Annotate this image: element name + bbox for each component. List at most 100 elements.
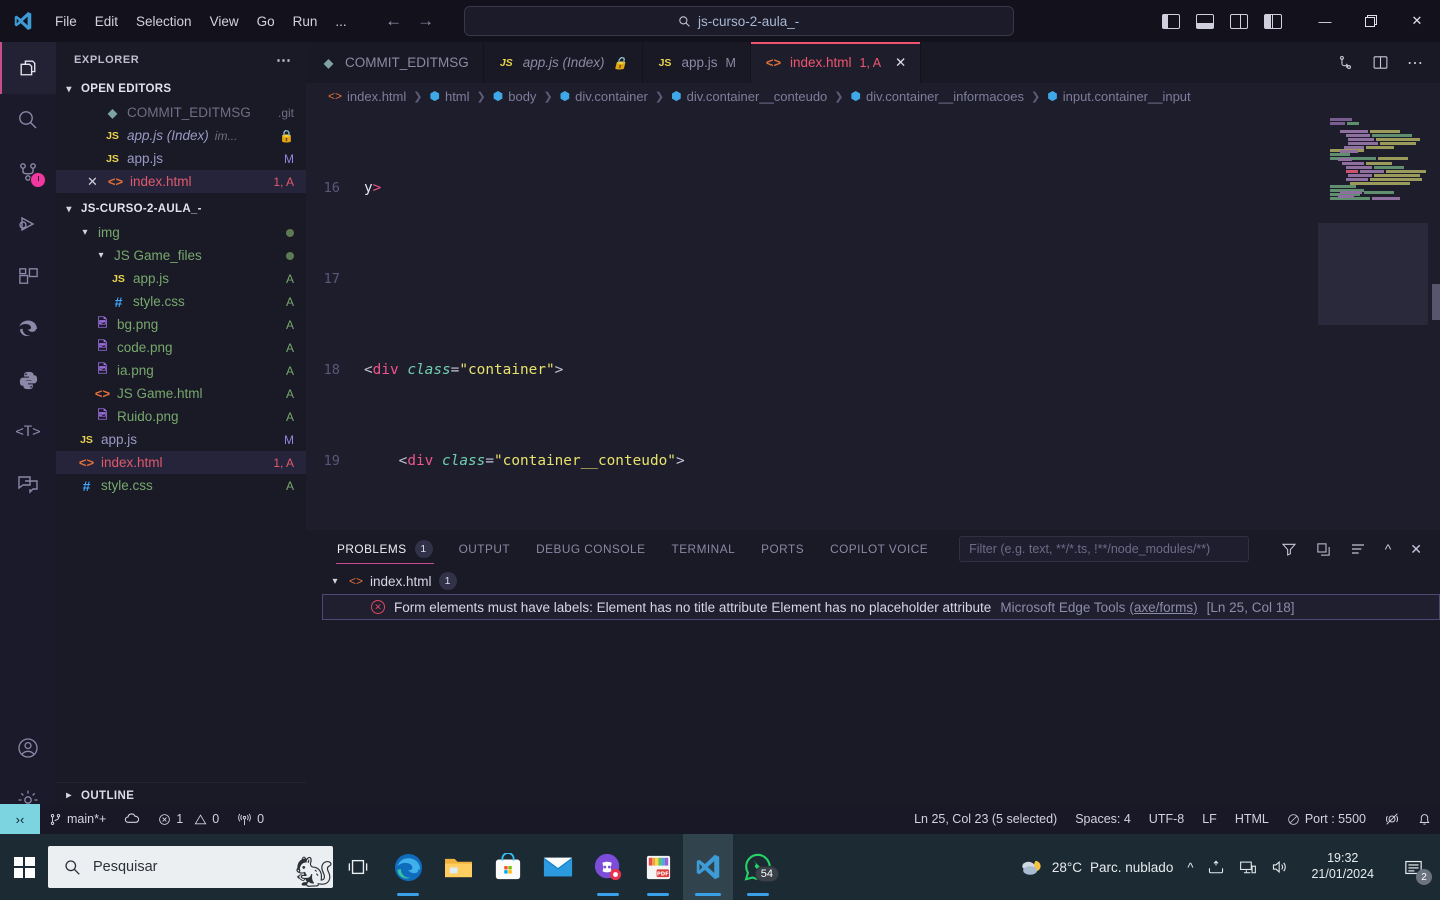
view-as-list-icon[interactable]: [1350, 541, 1366, 557]
status-problems[interactable]: 1 0: [149, 804, 228, 834]
status-indentation[interactable]: Spaces: 4: [1066, 804, 1140, 834]
tree-item-appjs-root[interactable]: JS app.js M: [56, 428, 306, 451]
tree-item-iapng[interactable]: 🖻 ia.png A: [56, 359, 306, 382]
status-eol[interactable]: LF: [1193, 804, 1226, 834]
status-live-server-port[interactable]: Port : 5500: [1278, 804, 1375, 834]
breadcrumb-item-indexhtml[interactable]: <> index.html: [328, 89, 406, 104]
breadcrumb-item-div-container[interactable]: ⬢ div.container: [560, 89, 648, 104]
menu-view[interactable]: View: [201, 10, 248, 33]
tree-item-stylecss-gamefiles[interactable]: # style.css A: [56, 290, 306, 313]
menu-selection[interactable]: Selection: [127, 10, 201, 33]
sidebar-item-extensions[interactable]: [0, 250, 56, 302]
sidebar-item-explorer[interactable]: [0, 42, 56, 94]
status-screencast[interactable]: [1375, 804, 1409, 834]
taskbar-app-whatsapp[interactable]: 54: [733, 834, 783, 900]
go-back-icon[interactable]: ←: [384, 11, 404, 31]
volume-icon[interactable]: [1271, 859, 1289, 875]
open-editors-section-header[interactable]: ▾ OPEN EDITORS: [56, 77, 306, 101]
tab-appjs[interactable]: JS app.js M: [643, 42, 751, 83]
tree-item-img[interactable]: ▾ img: [56, 221, 306, 244]
tab-appjs-index[interactable]: JS app.js (Index) 🔒: [484, 42, 643, 83]
menu-go[interactable]: Go: [248, 10, 284, 33]
taskbar-app-vscode[interactable]: [683, 834, 733, 900]
status-language-mode[interactable]: HTML: [1226, 804, 1278, 834]
tree-item-stylecss-root[interactable]: # style.css A: [56, 474, 306, 497]
toggle-panel-icon[interactable]: [1196, 13, 1214, 29]
collapse-panel-icon[interactable]: ^: [1385, 541, 1392, 557]
taskbar-clock[interactable]: 19:32 21/01/2024: [1303, 851, 1382, 882]
notification-center-button[interactable]: 2: [1396, 847, 1432, 887]
sidebar-item-accounts[interactable]: [0, 722, 56, 774]
menu-run[interactable]: Run: [284, 10, 327, 33]
minimize-button[interactable]: —: [1302, 0, 1348, 42]
sidebar-item-search[interactable]: [0, 94, 56, 146]
open-editor-appjs-index[interactable]: JS app.js (Index) im... 🔒: [56, 124, 306, 147]
task-view-button[interactable]: [333, 834, 383, 900]
open-editor-appjs[interactable]: JS app.js M: [56, 147, 306, 170]
menu-more[interactable]: ...: [326, 10, 355, 33]
tree-item-js-game-html[interactable]: <> JS Game.html A: [56, 382, 306, 405]
network-icon[interactable]: [1239, 859, 1257, 875]
tree-item-bgpng[interactable]: 🖻 bg.png A: [56, 313, 306, 336]
tab-commit-editmsg[interactable]: ◆ COMMIT_EDITMSG: [306, 42, 484, 83]
weather-widget[interactable]: 28°C Parc. nublado: [1018, 856, 1173, 878]
status-notifications[interactable]: [1409, 804, 1440, 834]
breadcrumb-item-input[interactable]: ⬢ input.container__input: [1047, 89, 1190, 104]
taskbar-app-file-explorer[interactable]: [433, 834, 483, 900]
toggle-secondary-sidebar-icon[interactable]: [1230, 13, 1248, 29]
sidebar-item-edge-tools[interactable]: [0, 302, 56, 354]
show-hidden-icons-chevron-up-icon[interactable]: ^: [1187, 860, 1193, 875]
menu-file[interactable]: File: [46, 10, 86, 33]
close-panel-icon[interactable]: ✕: [1410, 541, 1422, 558]
status-sync[interactable]: [115, 804, 149, 834]
tab-output[interactable]: OUTPUT: [446, 530, 524, 568]
tab-debug-console[interactable]: DEBUG CONSOLE: [523, 530, 658, 568]
tab-problems[interactable]: PROBLEMS 1: [324, 530, 446, 568]
open-editor-indexhtml[interactable]: ✕ <> index.html 1, A: [56, 170, 306, 193]
problem-file-group[interactable]: ▾ <> index.html 1: [306, 568, 1440, 594]
customize-layout-icon[interactable]: [1264, 13, 1282, 29]
open-editor-commit-editmsg[interactable]: ◆ COMMIT_EDITMSG .git: [56, 101, 306, 124]
status-branch[interactable]: main*+: [40, 804, 115, 834]
close-button[interactable]: ✕: [1394, 0, 1440, 42]
status-radio-tower[interactable]: 0: [228, 804, 273, 834]
code-editor[interactable]: 16 y> 17 18 <div class="container"> 19 <di…: [306, 109, 1440, 549]
minimap-scrollbar[interactable]: [1432, 284, 1440, 320]
go-forward-icon[interactable]: →: [416, 11, 436, 31]
lock-icon[interactable]: 🔒: [279, 129, 294, 143]
tab-ports[interactable]: PORTS: [748, 530, 817, 568]
status-cursor-position[interactable]: Ln 25, Col 23 (5 selected): [905, 804, 1066, 834]
editor-more-actions-icon[interactable]: ⋯: [1407, 53, 1424, 73]
tab-terminal[interactable]: TERMINAL: [658, 530, 748, 568]
filter-icon[interactable]: [1281, 541, 1297, 557]
tree-item-indexhtml-root[interactable]: <> index.html 1, A: [56, 451, 306, 474]
taskbar-app-mail[interactable]: [533, 834, 583, 900]
tree-item-js-game-files[interactable]: ▾ JS Game_files: [56, 244, 306, 267]
taskbar-app-discord[interactable]: [583, 834, 633, 900]
status-encoding[interactable]: UTF-8: [1140, 804, 1193, 834]
sidebar-item-run-and-debug[interactable]: [0, 198, 56, 250]
tree-item-ruidopng[interactable]: 🖻 Ruido.png A: [56, 405, 306, 428]
source-control-compare-icon[interactable]: [1337, 54, 1354, 71]
tab-indexhtml[interactable]: <> index.html 1, A ✕: [750, 42, 922, 83]
sidebar-item-live-preview[interactable]: <T>: [0, 406, 56, 458]
split-editor-icon[interactable]: [1372, 54, 1389, 71]
sidebar-item-python[interactable]: [0, 354, 56, 406]
menu-edit[interactable]: Edit: [86, 10, 127, 33]
minimap[interactable]: [1318, 109, 1440, 549]
remote-window-button[interactable]: ›‹: [0, 804, 40, 834]
problems-filter-input[interactable]: Filter (e.g. text, **/*.ts, !**/node_mod…: [959, 536, 1250, 562]
close-tab-icon[interactable]: ✕: [895, 55, 906, 71]
breadcrumb-item-div-informacoes[interactable]: ⬢ div.container__informacoes: [851, 89, 1025, 104]
command-center-search[interactable]: js-curso-2-aula_-: [463, 6, 1014, 36]
breadcrumb-item-html[interactable]: ⬢ html: [429, 89, 469, 104]
taskbar-app-pdf-tool[interactable]: PDF: [633, 834, 683, 900]
onedrive-icon[interactable]: [1207, 859, 1225, 875]
project-section-header[interactable]: ▾ JS-CURSO-2-AULA_-: [56, 197, 306, 221]
maximize-button[interactable]: [1348, 0, 1394, 42]
tab-copilot-voice[interactable]: COPILOT VOICE: [817, 530, 941, 568]
explorer-more-actions-icon[interactable]: ⋯: [276, 51, 292, 69]
copy-icon[interactable]: [1316, 542, 1331, 557]
taskbar-search-box[interactable]: Pesquisar 🐿: [48, 846, 333, 888]
breadcrumb-item-div-conteudo[interactable]: ⬢ div.container__conteudo: [671, 89, 827, 104]
